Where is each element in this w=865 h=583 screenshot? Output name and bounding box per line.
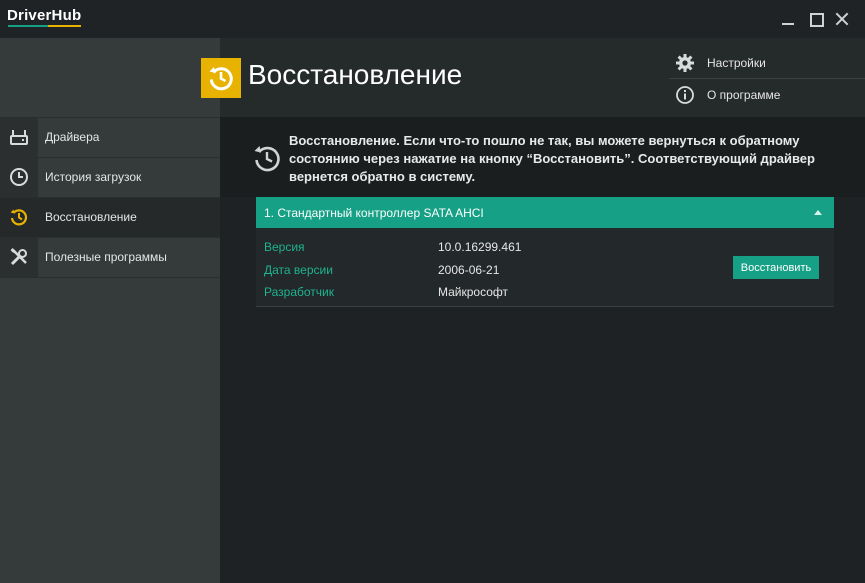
- settings-link[interactable]: Настройки: [669, 47, 865, 78]
- chevron-up-icon[interactable]: [814, 210, 822, 215]
- minimize-button[interactable]: [779, 10, 797, 28]
- title-bar: DriverHub: [0, 0, 865, 38]
- sidebar-item-drivers[interactable]: Драйвера: [0, 117, 220, 157]
- sidebar: Драйвера История загрузок Восстановление: [0, 38, 220, 583]
- clock-icon: [0, 158, 38, 197]
- sidebar-item-label: История загрузок: [45, 170, 142, 184]
- driver-card-header[interactable]: 1. Стандартный контроллер SATA AHCI: [256, 197, 834, 228]
- gear-icon: [676, 54, 694, 72]
- sidebar-item-download-history[interactable]: История загрузок: [0, 157, 220, 197]
- sidebar-item-label: Полезные программы: [45, 250, 167, 264]
- sidebar-item-label: Драйвера: [45, 130, 100, 144]
- restore-header-icon: [201, 58, 241, 98]
- sidebar-item-restore[interactable]: Восстановление: [0, 197, 220, 237]
- version-label: Версия: [264, 240, 305, 254]
- sidebar-item-label: Восстановление: [45, 210, 137, 224]
- restore-icon: [0, 198, 38, 237]
- restore-button[interactable]: Восстановить: [733, 256, 819, 279]
- settings-label: Настройки: [707, 56, 766, 70]
- tools-icon: [0, 238, 38, 277]
- driver-card: 1. Стандартный контроллер SATA AHCI Верс…: [256, 197, 834, 307]
- history-icon: [254, 146, 280, 172]
- info-text: Восстановление. Если что-то пошло не так…: [289, 133, 815, 184]
- page-title: Восстановление: [248, 59, 463, 90]
- close-button[interactable]: [833, 10, 851, 28]
- about-link[interactable]: О программе: [669, 78, 865, 110]
- header-links: Настройки О программе: [669, 47, 865, 110]
- maximize-button[interactable]: [807, 10, 825, 28]
- about-label: О программе: [707, 88, 781, 102]
- drive-icon: [0, 118, 38, 157]
- developer-label: Разработчик: [264, 285, 334, 299]
- driver-title: 1. Стандартный контроллер SATA AHCI: [264, 206, 484, 220]
- info-icon: [676, 86, 694, 104]
- app-title-text: DriverHub: [7, 7, 82, 24]
- version-value: 10.0.16299.461: [438, 240, 522, 254]
- app-logo: DriverHub: [7, 7, 82, 27]
- version-date-value: 2006-06-21: [438, 263, 500, 277]
- info-banner: Восстановление. Если что-то пошло не так…: [220, 117, 865, 197]
- sidebar-item-useful-programs[interactable]: Полезные программы: [0, 237, 220, 278]
- version-date-label: Дата версии: [264, 263, 333, 277]
- developer-value: Майкрософт: [438, 285, 509, 299]
- logo-underline: [8, 25, 82, 27]
